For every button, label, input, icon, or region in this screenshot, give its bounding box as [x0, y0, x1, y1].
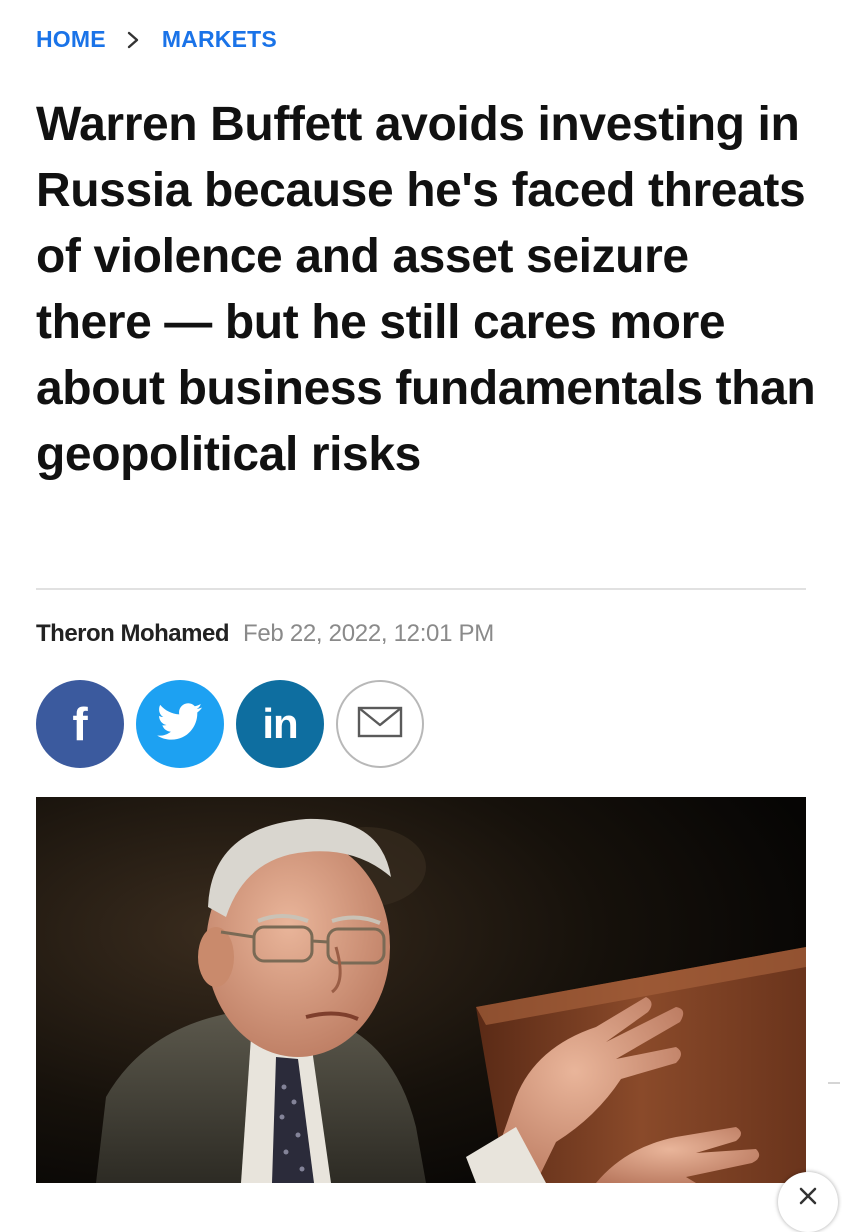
- publish-timestamp: Feb 22, 2022, 12:01 PM: [243, 620, 494, 647]
- divider: [36, 588, 806, 590]
- share-buttons: f in: [36, 680, 436, 768]
- close-icon: [798, 1186, 818, 1206]
- breadcrumb: HOME MARKETS: [36, 26, 277, 53]
- twitter-bird-icon: [157, 702, 203, 746]
- facebook-icon: f: [72, 698, 88, 750]
- author-link[interactable]: Theron Mohamed: [36, 620, 230, 648]
- hero-photo-illustration: [36, 797, 806, 1183]
- divider: [828, 1082, 840, 1084]
- byline: Theron Mohamed Feb 22, 2022, 12:01 PM: [36, 620, 494, 648]
- share-linkedin-button[interactable]: in: [236, 680, 324, 768]
- envelope-icon: [357, 706, 403, 743]
- breadcrumb-markets-link[interactable]: MARKETS: [162, 26, 277, 53]
- share-facebook-button[interactable]: f: [36, 680, 124, 768]
- article-hero-image: [36, 797, 806, 1183]
- linkedin-icon: in: [262, 700, 298, 747]
- close-button[interactable]: [778, 1172, 838, 1232]
- breadcrumb-home-link[interactable]: HOME: [36, 26, 106, 53]
- share-email-button[interactable]: [336, 680, 424, 768]
- article-headline: Warren Buffett avoids investing in Russi…: [36, 98, 816, 481]
- share-twitter-button[interactable]: [136, 680, 224, 768]
- chevron-right-icon: [126, 30, 140, 50]
